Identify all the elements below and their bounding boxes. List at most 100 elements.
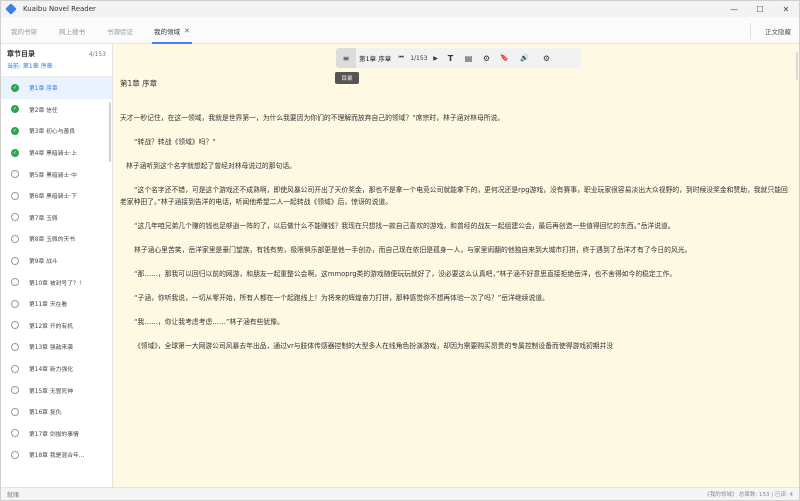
menu-icon[interactable]: ≡: [336, 48, 356, 68]
chapter-item[interactable]: 第13章 强敌来袭: [1, 336, 112, 358]
chapter-item[interactable]: ✓ 第4章 黑暗骑士·上: [1, 142, 112, 164]
empty-circle-icon: [11, 321, 19, 330]
empty-circle-icon: [11, 299, 19, 308]
chapter-item[interactable]: 第10章 被封号了？！: [1, 271, 112, 293]
empty-circle-icon: [11, 386, 19, 395]
paragraph: “子涵，你听我说，一切从零开始，所有人都在一个起跑线上！为将来的辉煌奋力打拼，那…: [134, 294, 549, 302]
chapter-item[interactable]: 第14章 新力强化: [1, 358, 112, 380]
page-indicator: 1/153: [410, 54, 428, 62]
chapter-label: 第18章 我是混合年...: [29, 453, 85, 460]
chapter-label: 第9章 战斗: [29, 259, 58, 266]
paragraph: 林子涵心里苦笑，岳洋家里是豪门望族，有钱有势，极限俱乐部更是他一手创办，而自己现…: [134, 246, 692, 254]
status-text: 就绪: [7, 491, 20, 499]
chapter-item[interactable]: 第15章 无冒死神: [1, 379, 112, 401]
chapter-item[interactable]: ✓ 第2章 信任: [1, 99, 112, 121]
tab-bar: 我的书架 网上搜书 书源验证 我的领域 ✕ 正文隐藏: [1, 17, 799, 44]
chapter-label: 第3章 初心与善良: [29, 129, 76, 136]
check-circle-icon: ✓: [11, 126, 19, 135]
chapter-label: 第15章 无冒死神: [29, 388, 74, 395]
app-title: Kuaibu Novel Reader: [23, 5, 96, 13]
tab-source-verify[interactable]: 书源验证: [107, 17, 133, 44]
chapter-label: 第13章 强敌来袭: [29, 345, 74, 352]
tab-my-domain[interactable]: 我的领域 ✕: [152, 17, 192, 44]
settings-icon[interactable]: ⚙: [478, 48, 496, 68]
paragraph: 《领域》，全球第一大网游公司风暴去年出品，通过vr与肢体传感器控制的大型多人在线…: [134, 342, 614, 350]
sidebar-title: 章节目录: [7, 50, 35, 58]
text-format-icon[interactable]: T: [442, 48, 460, 68]
app-window: Kuaibu Novel Reader — ☐ ✕ 我的书架 网上搜书 书源验证…: [0, 0, 800, 501]
tab-online-search[interactable]: 网上搜书: [59, 17, 85, 44]
chapter-item[interactable]: 第8章 玉佩的天书: [1, 228, 112, 250]
reader-pane: ≡ 第1章 序章 ⏮ 1/153 ▶ T ▤ ⚙ 🔖 🔊 ⚙ 目录 第1章 序章…: [113, 44, 799, 487]
chapter-label: 第4章 黑暗骑士·上: [29, 151, 77, 158]
chapter-item[interactable]: ✓ 第3章 初心与善良: [1, 120, 112, 142]
empty-circle-icon: [11, 450, 19, 459]
chapter-label: 第2章 信任: [29, 107, 58, 114]
chapter-label: 第1章 序章: [29, 86, 58, 93]
check-circle-icon: ✓: [11, 148, 19, 157]
tab-label: 网上搜书: [59, 27, 85, 36]
empty-circle-icon: [11, 256, 19, 265]
tab-label: 书源验证: [107, 27, 133, 36]
bookmark-list-icon[interactable]: ▤: [460, 48, 478, 68]
chapter-item[interactable]: 第9章 战斗: [1, 250, 112, 272]
empty-circle-icon: [11, 342, 19, 351]
empty-circle-icon: [11, 407, 19, 416]
chapter-content: 第1章 序章 天才一秒记住，在这一领域，我就是世界第一，为什么我要因为你们的不理…: [120, 78, 788, 364]
paragraph: “我……，你让我考虑考虑……”林子涵有些犹豫。: [134, 318, 284, 326]
paragraph: “转战？转战《领域》吗？”: [134, 138, 216, 146]
chapter-label: 第5章 黑暗骑士·中: [29, 172, 77, 179]
previous-chapter-icon[interactable]: ⏮: [394, 48, 408, 68]
chapter-item[interactable]: 第5章 黑暗骑士·中: [1, 163, 112, 185]
chapter-item[interactable]: 第11章 天在看: [1, 293, 112, 315]
check-circle-icon: ✓: [11, 105, 19, 114]
chapter-sidebar: 章节目录 4/153 当前: 第1章 序章 ✓ 第1章 序章 ✓ 第2章 信任 ✓ 第3章…: [1, 44, 113, 487]
chapter-label: 第6章 黑暗骑士·下: [29, 194, 77, 201]
bookmark-icon[interactable]: 🔖: [496, 48, 514, 68]
close-icon[interactable]: ✕: [184, 27, 190, 35]
window-controls: — ☐ ✕: [721, 1, 799, 17]
sidebar-header: 章节目录 4/153: [1, 47, 112, 61]
audio-icon[interactable]: 🔊: [514, 48, 536, 68]
close-button[interactable]: ✕: [773, 1, 799, 17]
hide-content-button[interactable]: 正文隐藏: [765, 17, 791, 44]
paragraph: 林子涵听到这个名字就想起了曾经对林母说过的那句话。: [126, 162, 296, 170]
paragraph: “这个名字还不错，可是这个游戏还不成熟啊，即使风暴公司开出了天价奖金，那也不是拿…: [120, 186, 788, 206]
paragraph: 天才一秒记住，在这一领域，我就是世界第一，为什么我要因为你们的不理解而放弃自己的…: [120, 114, 505, 122]
next-chapter-icon[interactable]: ▶: [430, 48, 442, 68]
gear-icon[interactable]: ⚙: [536, 48, 558, 68]
sidebar-scrollbar[interactable]: [109, 102, 111, 162]
minimize-button[interactable]: —: [721, 1, 747, 17]
chapter-label: 第12章 开的有机: [29, 323, 74, 330]
empty-circle-icon: [11, 191, 19, 200]
tab-label: 我的领域: [154, 27, 180, 36]
chapter-list: ✓ 第1章 序章 ✓ 第2章 信任 ✓ 第3章 初心与善良 ✓ 第4章 黑暗骑士·上 第5章 黑…: [1, 77, 112, 466]
chapter-item[interactable]: 第17章 剑拔的事情: [1, 423, 112, 445]
chapter-item[interactable]: 第12章 开的有机: [1, 315, 112, 337]
chapter-progress-count: 4/153: [88, 50, 106, 58]
chapter-label: 第8章 玉佩的天书: [29, 237, 76, 244]
empty-circle-icon: [11, 429, 19, 438]
maximize-button[interactable]: ☐: [747, 1, 773, 17]
tab-bookshelf[interactable]: 我的书架: [11, 17, 37, 44]
reading-stats: 《我的领域》 总章数: 153 | 已读: 4: [704, 492, 793, 498]
reader-scrollbar[interactable]: [796, 52, 798, 80]
status-bar: 就绪 《我的领域》 总章数: 153 | 已读: 4: [1, 487, 799, 500]
check-circle-icon: ✓: [11, 83, 19, 92]
paragraph: “那……，那我可以回归以前的网游，和朋友一起重整公会啊，这mmoprg类的游戏随…: [134, 270, 677, 278]
chapter-item[interactable]: 第6章 黑暗骑士·下: [1, 185, 112, 207]
empty-circle-icon: [11, 170, 19, 179]
empty-circle-icon: [11, 234, 19, 243]
tab-label: 我的书架: [11, 27, 37, 36]
chapter-item[interactable]: 第18章 我是混合年...: [1, 444, 112, 466]
chapter-heading: 第1章 序章: [120, 79, 158, 88]
toolbar-chapter-title: 第1章 序章: [359, 55, 392, 63]
empty-circle-icon: [11, 278, 19, 287]
chapter-item[interactable]: 第7章 玉佩: [1, 207, 112, 229]
chapter-label: 第11章 天在看: [29, 302, 68, 309]
chapter-label: 第10章 被封号了？！: [29, 280, 85, 287]
current-chapter-label: 当前: 第1章 序章: [7, 63, 53, 70]
chapter-item[interactable]: 第16章 复仇: [1, 401, 112, 423]
chapter-item[interactable]: ✓ 第1章 序章: [1, 77, 112, 99]
reader-toolbar: ≡ 第1章 序章 ⏮ 1/153 ▶ T ▤ ⚙ 🔖 🔊 ⚙: [336, 48, 582, 68]
